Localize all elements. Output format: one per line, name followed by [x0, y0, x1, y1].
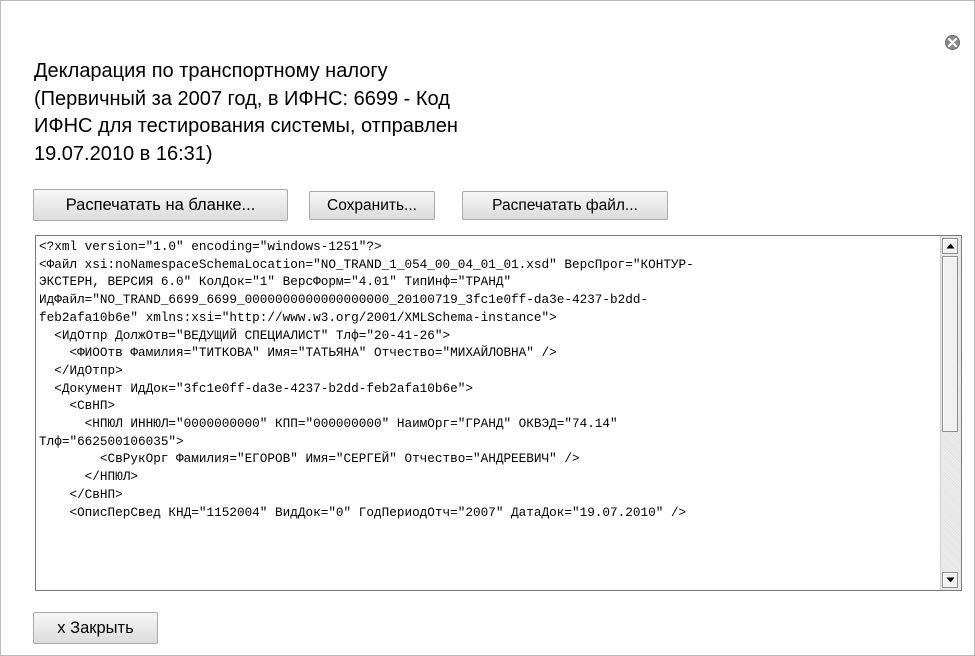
save-button[interactable]: Сохранить...	[309, 191, 435, 220]
xml-line: Тлф="662500106035">	[39, 433, 184, 449]
xml-line: </СвНП>	[39, 486, 123, 502]
xml-line: <ФИООтв Фамилия="ТИТКОВА" Имя="ТАТЬЯНА" …	[39, 345, 557, 361]
xml-line: ЭКСТЕРН, ВЕРСИЯ 6.0" КолДок="1" ВерсФорм…	[39, 274, 512, 290]
triangle-up-glyph	[946, 243, 955, 249]
xml-line: <ОписПерСвед КНД="1152004" ВидДок="0" Го…	[39, 504, 687, 520]
print-file-button[interactable]: Распечатать файл...	[462, 191, 668, 220]
scrollbar-thumb[interactable]	[942, 256, 958, 432]
dialog-title-line: (Первичный за 2007 год, в ИФНС: 6699 - К…	[34, 87, 450, 110]
triangle-down-glyph	[946, 577, 955, 583]
xml-line: <Документ ИдДок="3fc1e0ff-da3e-4237-b2dd…	[39, 380, 473, 396]
xml-viewer[interactable]: <?xml version="1.0" encoding="windows-12…	[35, 235, 962, 591]
scroll-up-arrow-icon[interactable]	[942, 238, 958, 254]
xml-line: <СвНП>	[39, 398, 116, 414]
close-button[interactable]: x Закрыть	[33, 612, 158, 644]
xml-line: <ИдОтпр ДолжОтв="ВЕДУЩИЙ СПЕЦИАЛИСТ" Тлф…	[39, 327, 451, 343]
print-on-form-button[interactable]: Распечатать на бланке...	[33, 189, 288, 221]
xml-line: <?xml version="1.0" encoding="windows-12…	[39, 239, 382, 254]
xml-line: </НПЮЛ>	[39, 469, 138, 485]
xml-line: <СвРукОрг Фамилия="ЕГОРОВ" Имя="СЕРГЕЙ" …	[39, 451, 580, 467]
vertical-scrollbar[interactable]	[940, 236, 961, 590]
dialog-title-line: ИФНС для тестирования системы, отправлен	[34, 115, 458, 137]
dialog-title: Декларация по транспортному налогу (Перв…	[34, 58, 594, 168]
xml-line: ИдФайл="NO_TRAND_6699_6699_0000000000000…	[39, 292, 649, 308]
dialog-title-line: Декларация по транспортному налогу	[34, 60, 388, 82]
xml-line: feb2afa10b6e" xmlns:xsi="http://www.w3.o…	[39, 309, 557, 325]
xml-line: <НПЮЛ ИННЮЛ="0000000000" КПП="000000000"…	[39, 416, 618, 432]
xml-line: </ИдОтпр>	[39, 362, 123, 378]
close-icon[interactable]	[945, 35, 960, 50]
xml-text: <?xml version="1.0" encoding="windows-12…	[39, 238, 940, 521]
scroll-down-arrow-icon[interactable]	[942, 572, 958, 588]
xml-line: <Файл xsi:noNamespaceSchemaLocation="NO_…	[39, 256, 694, 272]
declaration-dialog: Декларация по транспортному налогу (Перв…	[0, 0, 975, 656]
dialog-title-line: 19.07.2010 в 16:31)	[34, 142, 213, 165]
close-cross-glyph	[948, 38, 957, 47]
